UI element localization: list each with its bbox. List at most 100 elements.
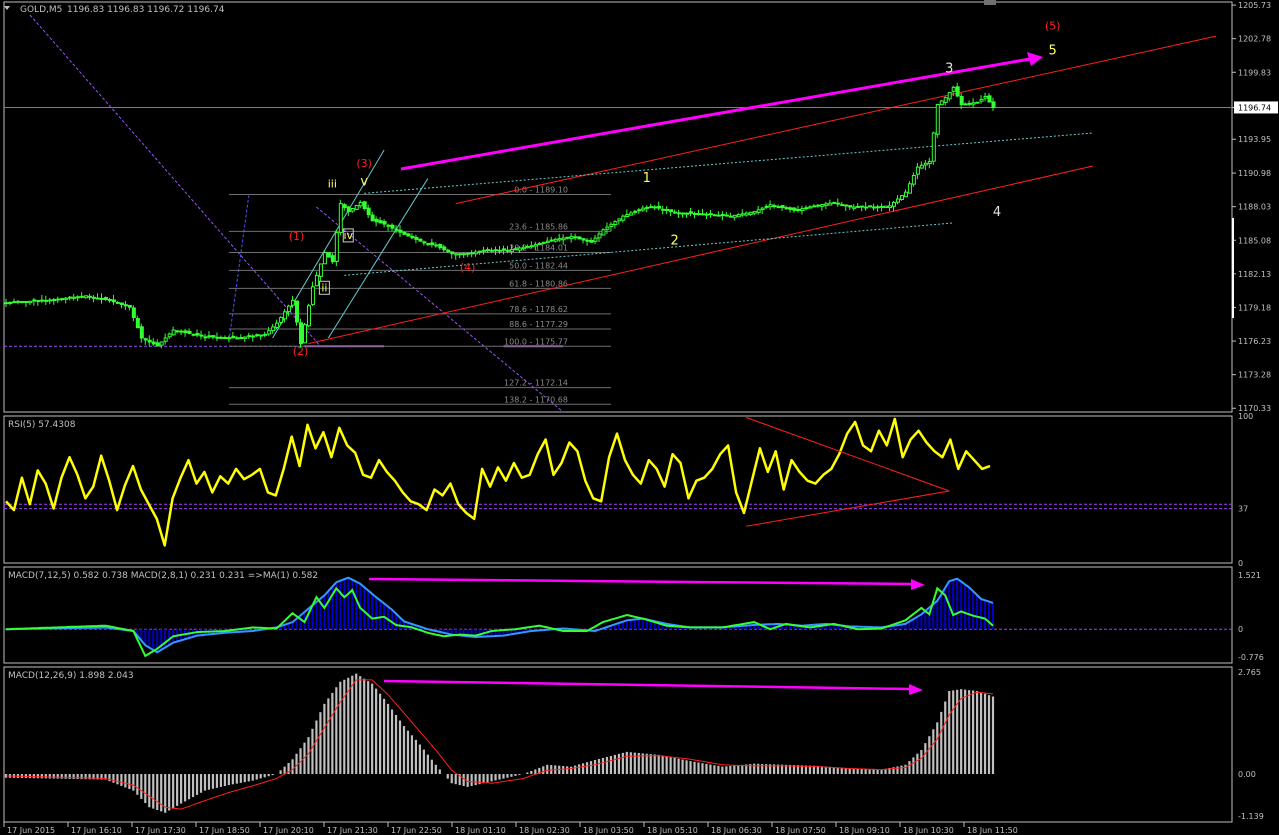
candle-body	[426, 242, 431, 245]
candle-body	[895, 198, 900, 203]
candle-body	[167, 333, 172, 338]
candle-body	[96, 297, 101, 300]
candle-body	[314, 274, 319, 287]
candle-body	[330, 255, 335, 263]
magenta-arrowhead	[911, 579, 925, 590]
candle-body	[597, 233, 602, 239]
candle-body	[772, 205, 777, 208]
candle-body	[342, 204, 347, 209]
candle-body	[406, 233, 411, 237]
candle-body	[621, 215, 626, 221]
x-tick-label: 18 Jun 02:30	[519, 826, 570, 835]
candle-body	[107, 298, 112, 301]
candle-body	[657, 205, 662, 209]
macd-fast-tick-label: 0	[1238, 625, 1243, 634]
y-tick-label: 1205.73	[1238, 1, 1271, 10]
candle-body	[935, 104, 940, 135]
candle-body	[76, 296, 81, 299]
candle-body	[979, 98, 984, 102]
candle-body	[776, 206, 781, 209]
candle-body	[390, 224, 395, 229]
macd-tick-label: 0.00	[1238, 770, 1256, 779]
candle-body	[732, 214, 737, 218]
candle-body	[247, 335, 252, 338]
candle-body	[645, 206, 650, 209]
candle-body	[334, 232, 339, 262]
candle-body	[553, 238, 558, 242]
candle-body	[92, 296, 97, 299]
candle-body	[40, 299, 45, 302]
x-tick-label: 17 Jun 21:30	[327, 826, 378, 835]
candle-body	[844, 204, 849, 207]
candle-body	[12, 301, 17, 304]
candle-body	[704, 213, 709, 216]
fib-label: 88.6 - 1177.29	[509, 320, 568, 329]
magenta-divergence-arrow	[368, 577, 913, 586]
candle-body	[716, 214, 721, 217]
x-tick-label: 17 Jun 18:50	[199, 826, 250, 835]
candle-body	[752, 211, 757, 214]
window-scroll-button	[984, 0, 996, 5]
candle-body	[64, 297, 69, 300]
cyan-dotted-line	[344, 222, 954, 276]
candle-body	[820, 203, 825, 207]
candle-body	[987, 95, 992, 103]
candle-body	[350, 208, 355, 212]
candle-body	[386, 224, 391, 227]
candle-body	[677, 212, 682, 215]
candle-body	[48, 299, 53, 302]
candle-body	[111, 299, 116, 303]
candle-body	[931, 132, 936, 162]
candle-body	[517, 247, 522, 251]
candle-body	[28, 300, 33, 304]
candle-body	[784, 207, 789, 210]
candle-body	[299, 322, 304, 345]
candle-body	[446, 249, 451, 253]
candle-body	[410, 235, 415, 239]
wave-label: v	[360, 174, 368, 189]
candle-body	[306, 305, 311, 327]
candle-body	[44, 299, 49, 302]
candle-body	[923, 162, 928, 166]
candle-body	[541, 241, 546, 244]
candle-body	[939, 100, 944, 106]
candle-body	[127, 304, 132, 308]
candle-body	[139, 326, 144, 339]
macd-panel[interactable]: 2.765 0.00 -1.139	[4, 668, 1264, 821]
rsi-panel[interactable]: 100 37 0	[4, 412, 1253, 568]
macd-title: MACD(12,26,9) 1.898 2.043	[8, 671, 134, 681]
candle-body	[199, 334, 204, 337]
candle-body	[919, 164, 924, 169]
candle-body	[804, 207, 809, 210]
candle-body	[60, 298, 65, 301]
candle-body	[346, 206, 351, 213]
candle-body	[907, 183, 912, 194]
magenta-divergence-arrow	[383, 679, 911, 691]
candle-body	[768, 204, 773, 208]
candle-body	[458, 253, 463, 256]
candle-body	[581, 238, 586, 241]
candle-body	[693, 213, 698, 216]
candle-body	[501, 248, 506, 251]
candle-body	[207, 335, 212, 338]
candle-body	[788, 207, 793, 210]
fib-label: 0.0 - 1189.10	[514, 185, 568, 194]
candle-body	[486, 249, 491, 252]
price-panel[interactable]: 0.0 - 1189.1023.6 - 1185.8638.2 - 1184.0…	[4, 0, 1232, 413]
rsi-title: RSI(5) 57.4308	[8, 420, 76, 430]
candle-body	[243, 336, 248, 339]
candle-body	[633, 210, 638, 213]
cyan-dotted-line	[364, 132, 1094, 194]
candle-body	[800, 208, 805, 212]
candle-body	[685, 212, 690, 215]
macd-fast-panel[interactable]: 1.521 0 -0.776	[4, 571, 1264, 662]
candle-body	[963, 103, 968, 106]
candle-body	[88, 295, 93, 298]
candle-body	[832, 201, 837, 204]
panel-frame	[3, 1, 1233, 413]
wave-label: ii	[321, 281, 327, 294]
candle-body	[557, 238, 562, 241]
candle-body	[577, 236, 582, 240]
candle-body	[374, 218, 379, 223]
x-tick-label: 17 Jun 17:30	[135, 826, 186, 835]
